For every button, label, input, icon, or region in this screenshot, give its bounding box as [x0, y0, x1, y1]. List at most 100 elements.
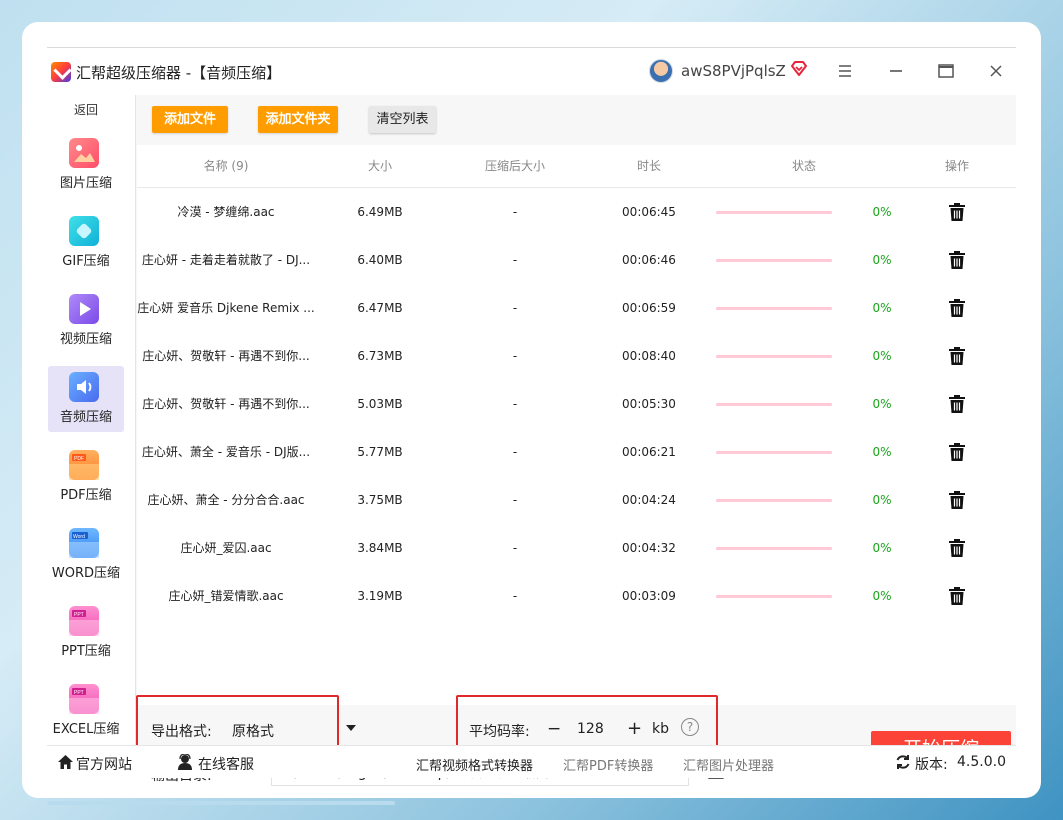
bitrate-unit: kb: [652, 721, 669, 737]
table-row[interactable]: 庄心妍_错爱情歌.aac 3.19MB - 00:03:09 0%: [137, 572, 1016, 620]
pdf-converter-link[interactable]: 汇帮PDF转换器: [563, 755, 653, 774]
delete-icon[interactable]: [948, 202, 966, 222]
compressed-size: -: [512, 541, 518, 555]
footer: 官方网站 在线客服 汇帮视频格式转换器 汇帮PDF转换器 汇帮图片处理器 版本:…: [47, 745, 1016, 778]
delete-icon[interactable]: [948, 442, 966, 462]
minimize-icon[interactable]: [885, 60, 907, 82]
progress-bar: [716, 499, 832, 502]
file-duration: 00:04:24: [622, 493, 676, 507]
file-name: 庄心妍、萧全 - 爱音乐 - DJ版...: [141, 445, 311, 459]
sidebar-item-word[interactable]: Word WORD压缩: [48, 522, 124, 588]
menu-icon[interactable]: [834, 60, 856, 82]
sidebar: 返回 图片压缩 GIF压缩 视频压缩 音频压缩 PDF PDF压缩 Word W…: [47, 95, 135, 745]
sidebar-item-gif[interactable]: GIF压缩: [48, 210, 124, 276]
delete-icon[interactable]: [948, 586, 966, 606]
table-row[interactable]: 庄心妍 爱音乐 Djkene Remix ... 6.47MB - 00:06:59 0…: [137, 284, 1016, 332]
compressed-size: -: [512, 493, 518, 507]
back-link[interactable]: 返回: [47, 101, 125, 118]
sidebar-item-ppt[interactable]: PPT PPT压缩: [48, 600, 124, 666]
image-processor-link[interactable]: 汇帮图片处理器: [683, 755, 774, 774]
sidebar-item-label: WORD压缩: [51, 566, 121, 581]
file-duration: 00:06:45: [622, 205, 676, 219]
sidebar-item-video[interactable]: 视频压缩: [48, 288, 124, 354]
header-status: 状态: [791, 159, 816, 173]
header-duration[interactable]: 时长: [609, 145, 689, 188]
bitrate-plus-button[interactable]: +: [627, 718, 642, 739]
file-name: 庄心妍_爱囚.aac: [180, 541, 272, 555]
file-name: 冷漠 - 梦缠绵.aac: [177, 205, 275, 219]
clear-list-button[interactable]: 清空列表: [369, 106, 436, 133]
sidebar-item-image[interactable]: 图片压缩: [48, 132, 124, 198]
progress-bar: [716, 595, 832, 598]
file-size: 6.73MB: [357, 349, 403, 363]
help-icon[interactable]: ?: [681, 718, 699, 736]
table-row[interactable]: 庄心妍 - 走着走着就散了 - DJ... 6.40MB - 00:06:46 0%: [137, 236, 1016, 284]
file-size: 6.47MB: [357, 301, 403, 315]
maximize-icon[interactable]: [935, 60, 957, 82]
header-compressed-size[interactable]: 压缩后大小: [467, 145, 563, 188]
format-dropdown-icon[interactable]: [346, 725, 356, 731]
progress-percent: 0%: [872, 397, 892, 411]
vip-diamond-icon[interactable]: [790, 60, 808, 78]
progress-percent: 0%: [872, 301, 892, 315]
file-duration: 00:08:40: [622, 349, 676, 363]
delete-icon[interactable]: [948, 490, 966, 510]
table-row[interactable]: 冷漠 - 梦缠绵.aac 6.49MB - 00:06:45 0%: [137, 188, 1016, 236]
add-folder-button[interactable]: 添加文件夹: [258, 106, 338, 133]
main-panel: 添加文件 添加文件夹 清空列表 名称 (9) 大小 压缩后大小 时长 状态 操作…: [135, 95, 1016, 786]
delete-icon[interactable]: [948, 298, 966, 318]
format-label: 导出格式:: [151, 724, 212, 740]
excel-icon: PPT: [69, 684, 99, 714]
sidebar-item-excel[interactable]: PPT EXCEL压缩: [48, 678, 124, 744]
username[interactable]: awS8PVjPqlsZ: [681, 62, 786, 80]
pdf-icon: PDF: [69, 450, 99, 480]
bitrate-input[interactable]: 128: [577, 721, 604, 737]
file-size: 5.77MB: [357, 445, 403, 459]
video-converter-link[interactable]: 汇帮视频格式转换器: [416, 755, 533, 774]
sidebar-item-label: GIF压缩: [62, 254, 110, 269]
word-icon: Word: [69, 528, 99, 558]
app-window: 汇帮超级压缩器 -【音频压缩】 awS8PVjPqlsZ 返回 图片压缩 GIF…: [47, 47, 1016, 786]
table-row[interactable]: 庄心妍_爱囚.aac 3.84MB - 00:04:32 0%: [137, 524, 1016, 572]
progress-percent: 0%: [872, 589, 892, 603]
bitrate-minus-button[interactable]: −: [547, 719, 561, 739]
compressed-size: -: [512, 253, 518, 267]
sidebar-item-label: 音频压缩: [59, 410, 112, 425]
delete-icon[interactable]: [948, 538, 966, 558]
table-row[interactable]: 庄心妍、萧全 - 分分合合.aac 3.75MB - 00:04:24 0%: [137, 476, 1016, 524]
official-website-link[interactable]: 官方网站: [76, 754, 132, 774]
progress-bar: [716, 259, 832, 262]
sidebar-item-label: PPT压缩: [61, 644, 111, 659]
compressed-size: -: [512, 445, 518, 459]
file-duration: 00:05:30: [622, 397, 676, 411]
delete-icon[interactable]: [948, 250, 966, 270]
refresh-icon[interactable]: [895, 754, 911, 770]
file-duration: 00:06:46: [622, 253, 676, 267]
table-row[interactable]: 庄心妍、萧全 - 爱音乐 - DJ版... 5.77MB - 00:06:21 0%: [137, 428, 1016, 476]
header-size[interactable]: 大小: [337, 145, 423, 188]
file-name: 庄心妍、贺敬轩 - 再遇不到你...: [142, 349, 310, 363]
delete-icon[interactable]: [948, 346, 966, 366]
file-duration: 00:06:21: [622, 445, 676, 459]
online-support-link[interactable]: 在线客服: [198, 754, 254, 774]
progress-percent: 0%: [872, 541, 892, 555]
sidebar-item-pdf[interactable]: PDF PDF压缩: [48, 444, 124, 510]
delete-icon[interactable]: [948, 394, 966, 414]
header-name[interactable]: 名称 (9): [137, 145, 315, 188]
add-file-button[interactable]: 添加文件: [152, 106, 228, 133]
avatar[interactable]: [649, 59, 673, 83]
sidebar-item-label: PDF压缩: [60, 488, 112, 503]
progress-percent: 0%: [872, 205, 892, 219]
app-title: 汇帮超级压缩器 -【音频压缩】: [76, 64, 282, 82]
file-size: 3.84MB: [357, 541, 403, 555]
compressed-size: -: [512, 349, 518, 363]
progress-percent: 0%: [872, 493, 892, 507]
table-row[interactable]: 庄心妍、贺敬轩 - 再遇不到你... 6.73MB - 00:08:40 0%: [137, 332, 1016, 380]
sidebar-item-audio[interactable]: 音频压缩: [48, 366, 124, 432]
table-row[interactable]: 庄心妍、贺敬轩 - 再遇不到你... 5.03MB - 00:05:30 0%: [137, 380, 1016, 428]
video-icon: [69, 294, 99, 324]
customer-service-icon: [178, 754, 192, 770]
format-select[interactable]: 原格式: [232, 721, 274, 741]
close-icon[interactable]: [985, 60, 1007, 82]
file-name: 庄心妍_错爱情歌.aac: [168, 589, 284, 603]
